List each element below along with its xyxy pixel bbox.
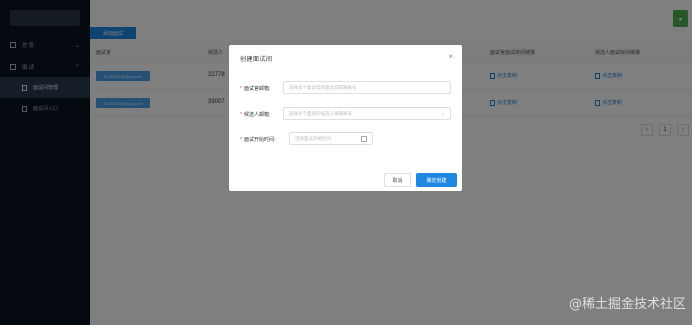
interviewer-email-label: * 面试官邮箱: (240, 86, 271, 92)
placeholder-text: 选择多个面试的候选人邮箱账号 (289, 110, 352, 116)
create-room-dialog: 创建面试间 × * 面试官邮箱: 选择多个面试官的面试官邮箱账号 * 候选人邮箱: … (229, 45, 462, 191)
label-text: 面试官邮箱: (243, 86, 271, 92)
candidate-email-label: * 候选人邮箱: (240, 112, 271, 118)
dialog-title: 创建面试间 (240, 57, 273, 63)
label-text: 面试开始时间: (243, 137, 276, 143)
cancel-button[interactable]: 取消 (384, 173, 411, 187)
chevron-down-icon: ⌄ (440, 111, 445, 117)
close-icon[interactable]: × (448, 52, 453, 61)
calendar-icon (361, 136, 367, 142)
placeholder-text: 选择面试开始时间 (295, 135, 331, 141)
candidate-email-select[interactable]: 选择多个面试的候选人邮箱账号 ⌄ (283, 107, 451, 120)
confirm-create-button[interactable]: 确定创建 (416, 173, 457, 187)
interviewer-email-select[interactable]: 选择多个面试官的面试官邮箱账号 (283, 81, 451, 94)
label-text: 候选人邮箱: (243, 112, 271, 118)
placeholder-text: 选择多个面试官的面试官邮箱账号 (289, 84, 357, 90)
watermark: @稀土掘金技术社区 (568, 297, 686, 312)
start-time-picker[interactable]: 选择面试开始时间 (289, 132, 373, 145)
start-time-label: * 面试开始时间: (240, 137, 276, 143)
